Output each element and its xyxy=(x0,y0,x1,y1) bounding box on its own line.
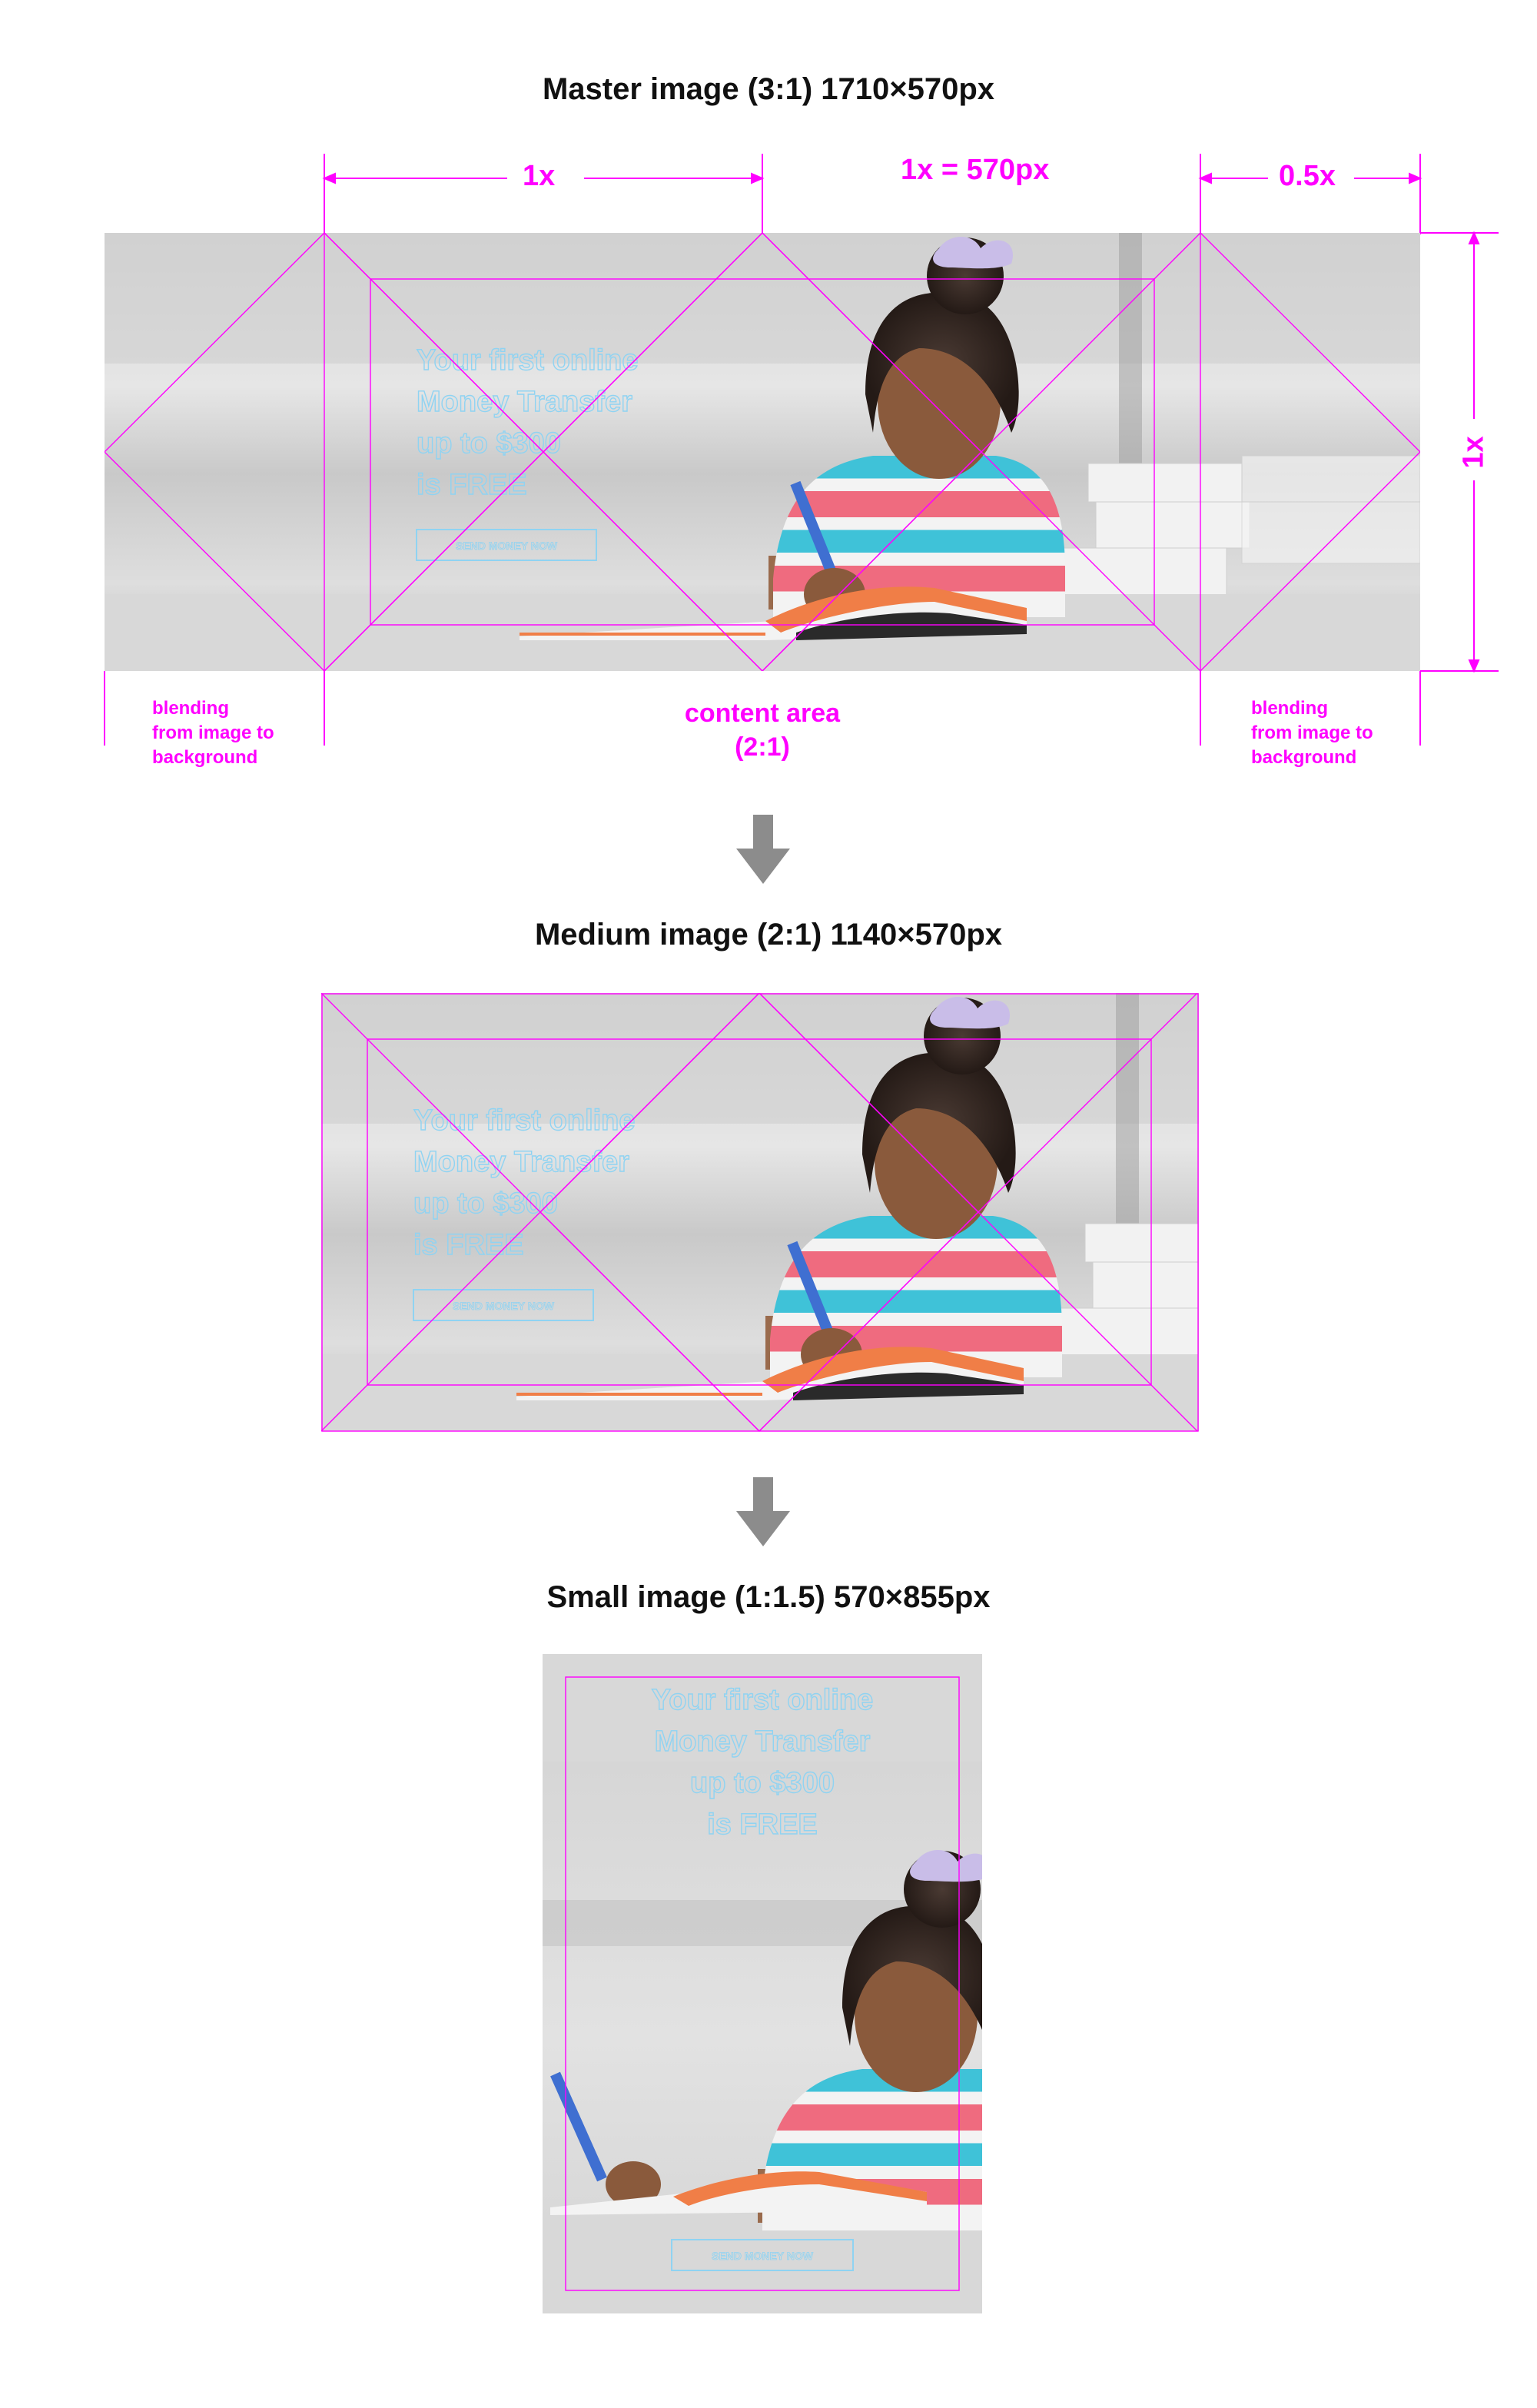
svg-text:Money Transfer: Money Transfer xyxy=(413,1146,629,1178)
down-arrow-icon xyxy=(736,815,790,884)
medium-image-title: Medium image (2:1) 1140×570px xyxy=(534,918,1003,952)
svg-text:SEND MONEY NOW: SEND MONEY NOW xyxy=(712,2250,814,2262)
small-image-title: Small image (1:1.5) 570×855px xyxy=(546,1580,991,1614)
svg-text:up to $300: up to $300 xyxy=(417,427,561,460)
dimension-label-0-5x: 0.5x xyxy=(1279,160,1336,192)
dimension-label-1x-left: 1x xyxy=(523,160,556,192)
svg-text:is FREE: is FREE xyxy=(707,1808,818,1841)
svg-text:SEND MONEY NOW: SEND MONEY NOW xyxy=(456,540,558,552)
svg-text:Your first online: Your first online xyxy=(652,1684,874,1716)
blend-label-left: blending from image to background xyxy=(152,698,274,768)
dimension-label-height-1x: 1x xyxy=(1457,436,1490,469)
svg-text:up to $300: up to $300 xyxy=(690,1767,835,1799)
medium-image: Your first online Money Transfer up to $… xyxy=(321,993,1199,1432)
blend-label-right: blending from image to background xyxy=(1251,698,1373,768)
svg-text:SEND MONEY NOW: SEND MONEY NOW xyxy=(453,1300,555,1312)
svg-text:up to $300: up to $300 xyxy=(413,1187,558,1220)
svg-text:Your first online: Your first online xyxy=(413,1104,636,1137)
master-image: Your first online Money Transfer up to $… xyxy=(105,233,1420,671)
down-arrow-icon xyxy=(736,1477,790,1546)
content-area-label: content area (2:1) xyxy=(684,699,841,762)
svg-text:Money Transfer: Money Transfer xyxy=(417,386,632,418)
svg-text:Your first online: Your first online xyxy=(417,344,639,377)
small-image: Your first online Money Transfer up to $… xyxy=(543,1654,982,2313)
svg-text:Money Transfer: Money Transfer xyxy=(655,1725,871,1758)
dimension-label-570px: 1x = 570px xyxy=(901,154,1050,186)
